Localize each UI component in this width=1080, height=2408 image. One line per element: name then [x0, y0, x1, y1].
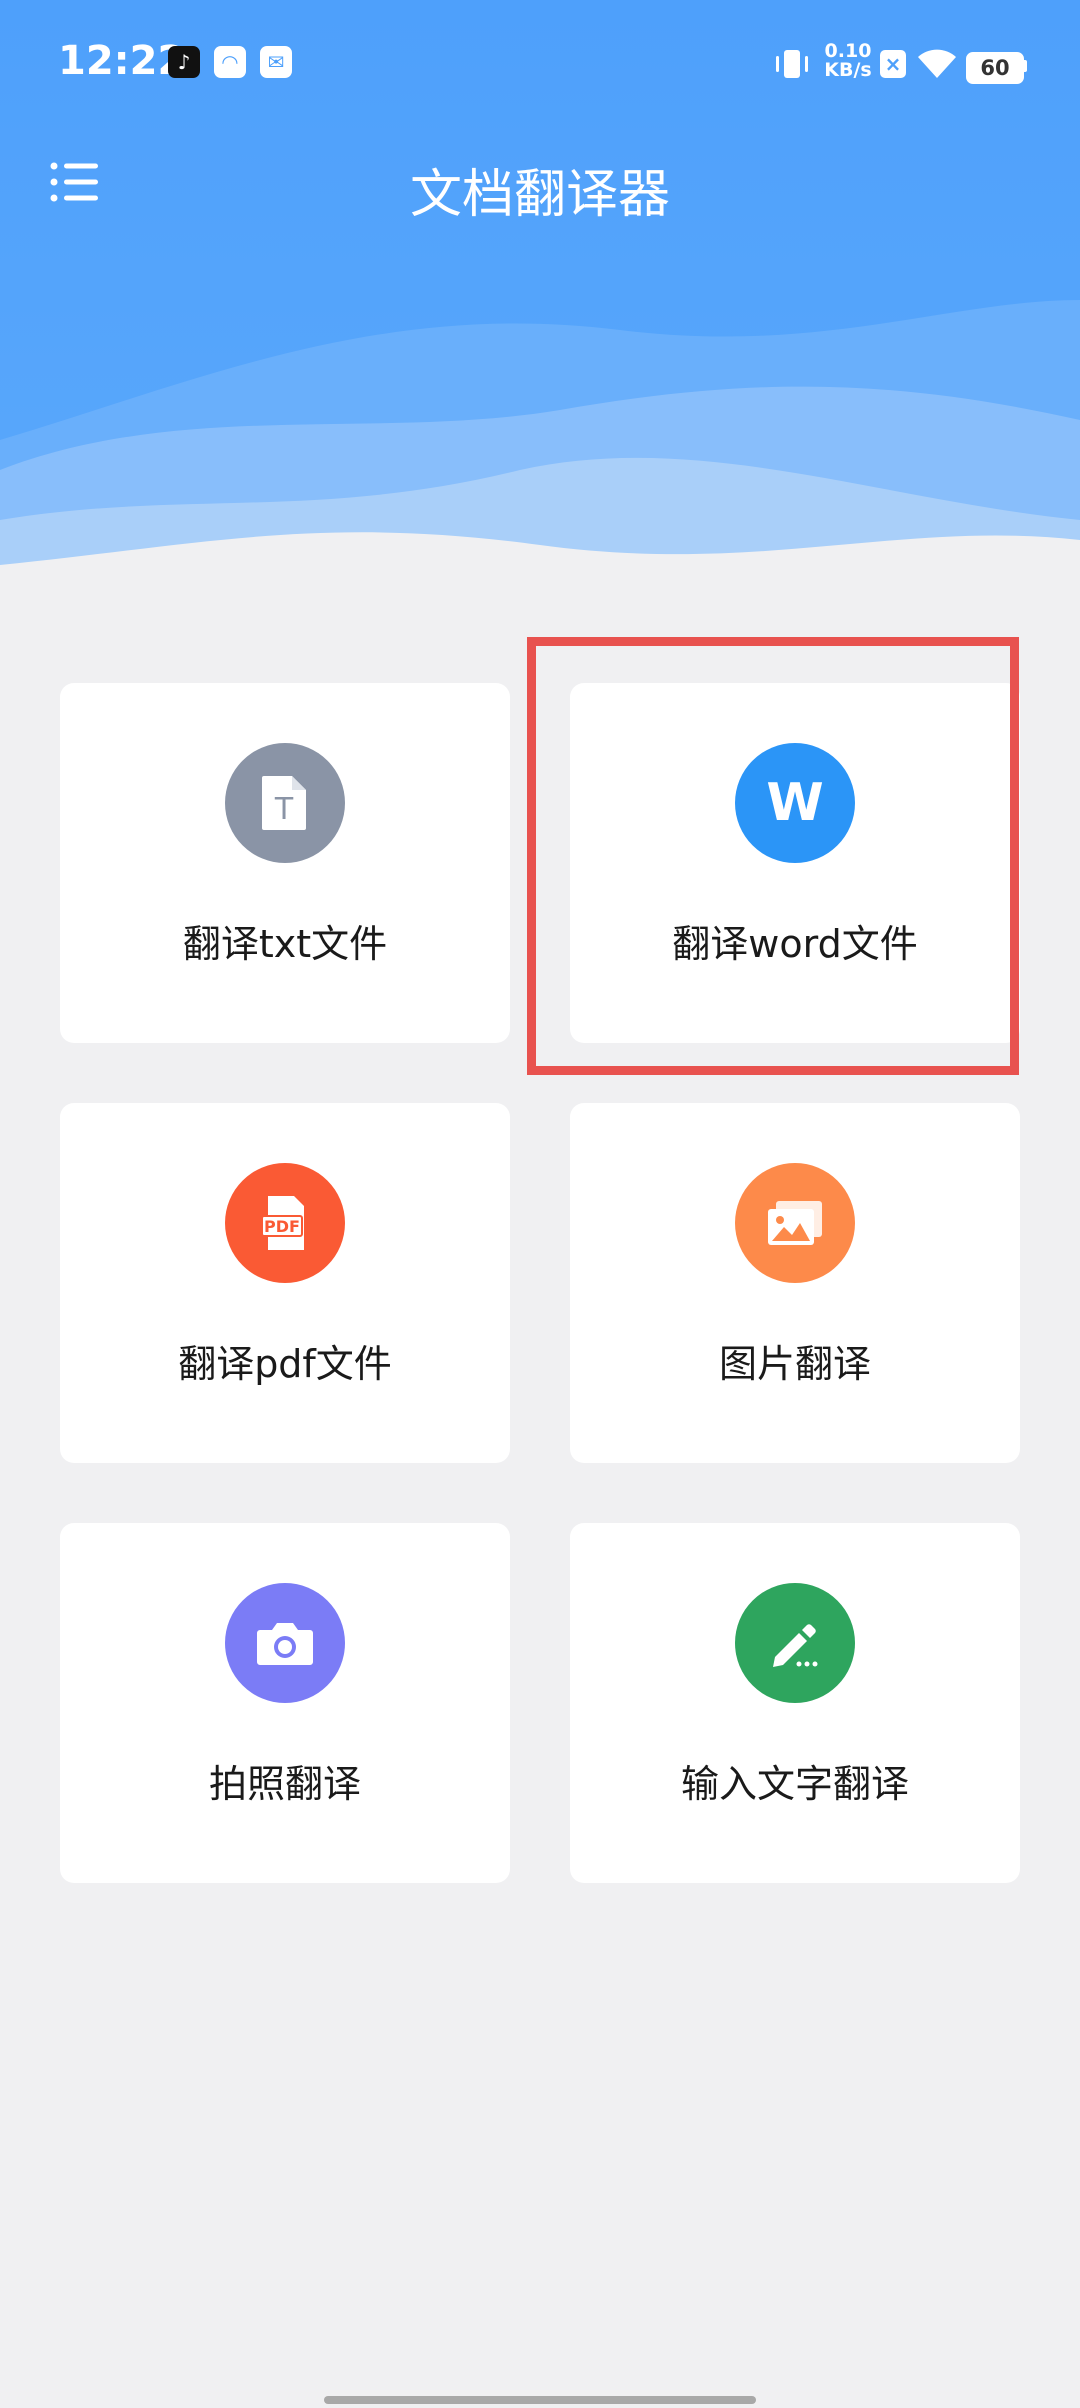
wifi-icon: [918, 49, 956, 78]
message-app-icon: ✉: [260, 46, 292, 78]
browser-app-icon: ◠: [214, 46, 246, 78]
photo-translate-label: 拍照翻译: [208, 1762, 361, 1806]
sim-off-icon: ×: [880, 50, 906, 78]
home-indicator[interactable]: [324, 2396, 756, 2404]
pdf-file-icon: PDF: [225, 1163, 345, 1283]
svg-text:T: T: [274, 792, 294, 827]
camera-icon: [225, 1583, 345, 1703]
tiktok-icon: ♪: [168, 46, 200, 78]
pencil-icon: [735, 1583, 855, 1703]
photo-translate-card[interactable]: 拍照翻译: [60, 1523, 510, 1883]
txt-file-icon: T: [225, 743, 345, 863]
status-time: 12:22: [58, 38, 186, 84]
image-icon: [735, 1163, 855, 1283]
translate-txt-card[interactable]: T 翻译txt文件: [60, 683, 510, 1043]
translate-pdf-card[interactable]: PDF 翻译pdf文件: [60, 1103, 510, 1463]
text-input-translate-label: 输入文字翻译: [680, 1762, 909, 1806]
battery-indicator: 60: [966, 52, 1024, 84]
image-translate-label: 图片翻译: [718, 1342, 871, 1386]
battery-tip: [1022, 60, 1027, 72]
highlight-box: [527, 637, 1019, 1075]
translate-pdf-label: 翻译pdf文件: [178, 1342, 392, 1386]
net-speed: 0.10 KB/s: [820, 42, 876, 80]
text-input-translate-card[interactable]: 输入文字翻译: [570, 1523, 1020, 1883]
vibrate-icon: [776, 50, 808, 78]
pdf-icon-text: PDF: [264, 1217, 300, 1236]
translate-txt-label: 翻译txt文件: [182, 922, 388, 966]
page-title: 文档翻译器: [409, 165, 670, 225]
wave-edge: [0, 532, 1080, 580]
net-speed-unit: KB/s: [824, 59, 872, 81]
status-bar: 12:22 ♪ ◠ ✉ 0.10 KB/s × 60: [0, 0, 1080, 128]
image-translate-card[interactable]: 图片翻译: [570, 1103, 1020, 1463]
